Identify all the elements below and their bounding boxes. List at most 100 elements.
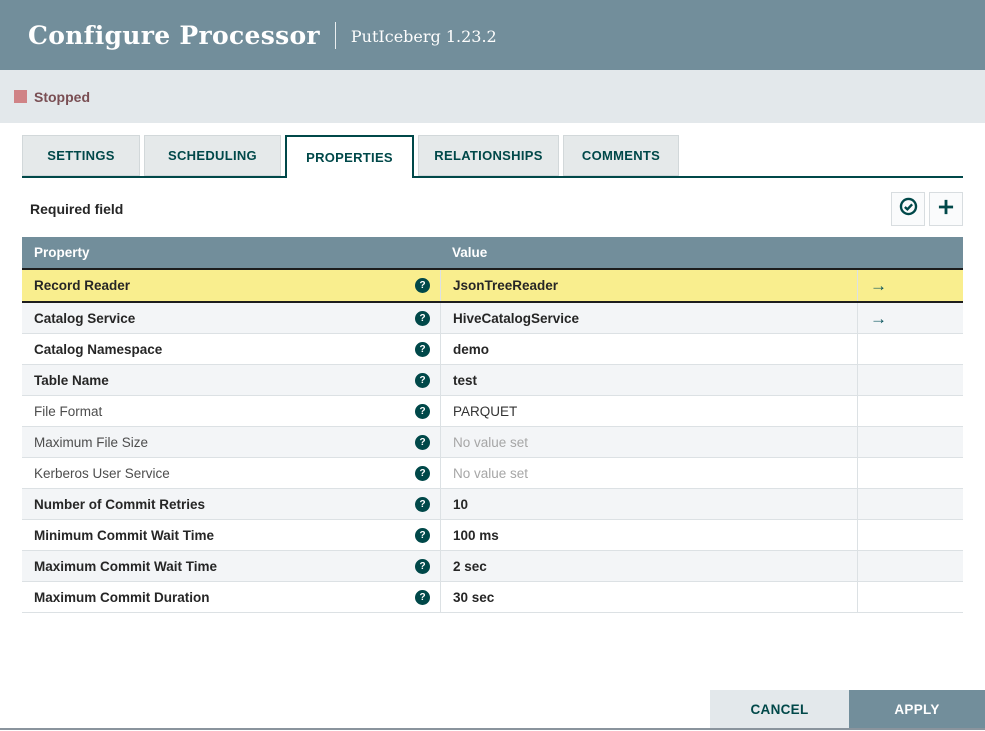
property-help-icon[interactable]: ? [415, 310, 430, 326]
tab-relationships[interactable]: RELATIONSHIPS [418, 135, 559, 176]
property-value-cell[interactable]: HiveCatalogService [440, 303, 857, 333]
property-name: Maximum Commit Wait Time [34, 558, 218, 574]
dialog-header: Configure Processor PutIceberg 1.23.2 [0, 0, 985, 70]
property-value-cell[interactable]: PARQUET [440, 396, 857, 426]
property-value: JsonTreeReader [453, 278, 559, 293]
verify-check-circle-icon [899, 197, 918, 221]
goto-cell [857, 396, 963, 426]
goto-cell [857, 551, 963, 581]
property-help-icon[interactable]: ? [415, 589, 430, 605]
dialog-body: SETTINGS SCHEDULING PROPERTIES RELATIONS… [0, 135, 985, 613]
property-value-cell[interactable]: No value set [440, 458, 857, 488]
property-value-cell[interactable]: 10 [440, 489, 857, 519]
property-row[interactable]: Maximum File Size ? No value set [22, 427, 963, 458]
property-name: Table Name [34, 372, 109, 388]
tab-settings[interactable]: SETTINGS [22, 135, 140, 176]
goto-service-arrow-icon[interactable]: → [870, 310, 887, 327]
status-label: Stopped [34, 88, 90, 105]
goto-cell [857, 334, 963, 364]
stopped-status-icon [14, 90, 27, 103]
add-property-plus-icon [936, 197, 956, 222]
property-name-cell: Maximum Commit Wait Time ? [22, 551, 440, 581]
tab-scheduling[interactable]: SCHEDULING [144, 135, 281, 176]
property-help-icon[interactable]: ? [415, 403, 430, 419]
property-help-icon[interactable]: ? [415, 341, 430, 357]
property-name-cell: Number of Commit Retries ? [22, 489, 440, 519]
toolbar-actions [891, 192, 963, 226]
property-value: 30 sec [453, 589, 495, 605]
property-name-cell: Maximum File Size ? [22, 427, 440, 457]
property-help-icon[interactable]: ? [415, 434, 430, 450]
goto-column-header [857, 237, 963, 268]
property-value-cell[interactable]: No value set [440, 427, 857, 457]
goto-cell [857, 489, 963, 519]
verify-properties-button[interactable] [891, 192, 925, 226]
property-name-cell: Record Reader ? [22, 270, 440, 301]
table-header-row: Property Value [22, 237, 963, 268]
property-name-cell: Minimum Commit Wait Time ? [22, 520, 440, 550]
property-value: 10 [453, 496, 469, 512]
property-row[interactable]: Maximum Commit Wait Time ? 2 sec [22, 551, 963, 582]
property-name: Minimum Commit Wait Time [34, 527, 215, 543]
property-name-cell: Kerberos User Service ? [22, 458, 440, 488]
tab-properties[interactable]: PROPERTIES [285, 135, 414, 178]
window-bottom-edge [0, 728, 985, 730]
property-name: Catalog Service [34, 310, 136, 326]
goto-cell [857, 427, 963, 457]
property-value-cell[interactable]: test [440, 365, 857, 395]
property-name-cell: Catalog Service ? [22, 303, 440, 333]
dialog-title: Configure Processor [28, 20, 320, 50]
property-value: 2 sec [453, 558, 487, 574]
property-help-icon[interactable]: ? [415, 372, 430, 388]
property-row[interactable]: Table Name ? test [22, 365, 963, 396]
property-value: 100 ms [453, 527, 499, 543]
property-name: Maximum Commit Duration [34, 589, 210, 605]
cancel-button[interactable]: CANCEL [710, 690, 849, 728]
property-value: PARQUET [453, 403, 518, 419]
goto-cell [857, 365, 963, 395]
property-value: No value set [453, 434, 529, 450]
property-value-cell[interactable]: JsonTreeReader [440, 270, 857, 301]
property-name: Catalog Namespace [34, 341, 163, 357]
status-bar: Stopped [0, 70, 985, 123]
title-divider [334, 21, 336, 49]
goto-service-arrow-icon[interactable]: → [870, 277, 887, 294]
property-row[interactable]: Kerberos User Service ? No value set [22, 458, 963, 489]
goto-cell [857, 582, 963, 612]
tab-comments[interactable]: COMMENTS [563, 135, 679, 176]
property-name-cell: File Format ? [22, 396, 440, 426]
goto-cell [857, 520, 963, 550]
property-help-icon[interactable]: ? [415, 527, 430, 543]
property-value: No value set [453, 465, 529, 481]
property-value-cell[interactable]: 100 ms [440, 520, 857, 550]
footer-actions: CANCEL APPLY [710, 690, 985, 728]
property-name: Maximum File Size [34, 434, 149, 450]
property-help-icon[interactable]: ? [415, 496, 430, 512]
property-row[interactable]: File Format ? PARQUET [22, 396, 963, 427]
goto-cell [857, 458, 963, 488]
property-row[interactable]: Maximum Commit Duration ? 30 sec [22, 582, 963, 613]
tab-bar: SETTINGS SCHEDULING PROPERTIES RELATIONS… [22, 135, 963, 178]
property-name-cell: Maximum Commit Duration ? [22, 582, 440, 612]
property-help-icon[interactable]: ? [415, 465, 430, 481]
tab-label: SETTINGS [47, 148, 115, 163]
property-row[interactable]: Number of Commit Retries ? 10 [22, 489, 963, 520]
property-row[interactable]: Catalog Service ? HiveCatalogService → [22, 303, 963, 334]
property-row[interactable]: Minimum Commit Wait Time ? 100 ms [22, 520, 963, 551]
property-row[interactable]: Catalog Namespace ? demo [22, 334, 963, 365]
property-row[interactable]: Record Reader ? JsonTreeReader → [22, 268, 963, 303]
property-name-cell: Catalog Namespace ? [22, 334, 440, 364]
goto-cell: → [857, 303, 963, 333]
property-help-icon[interactable]: ? [415, 278, 430, 293]
property-value: HiveCatalogService [453, 310, 580, 326]
property-value-cell[interactable]: demo [440, 334, 857, 364]
property-value-cell[interactable]: 2 sec [440, 551, 857, 581]
property-value: demo [453, 341, 490, 357]
property-help-icon[interactable]: ? [415, 558, 430, 574]
apply-button[interactable]: APPLY [849, 690, 985, 728]
property-column-header: Property [34, 245, 90, 260]
property-name: Kerberos User Service [34, 465, 170, 481]
property-value: test [453, 372, 478, 388]
property-value-cell[interactable]: 30 sec [440, 582, 857, 612]
add-property-button[interactable] [929, 192, 963, 226]
